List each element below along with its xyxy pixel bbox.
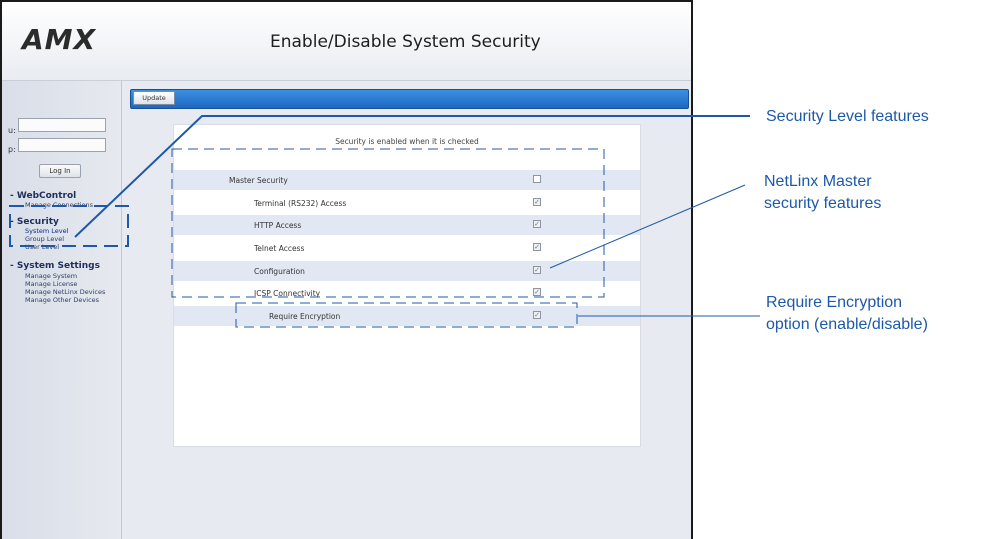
browser-frame: AMX Enable/Disable System Security u: p:… [0, 0, 693, 539]
nav-item-user-level[interactable]: User Level [25, 243, 59, 251]
row-telnet-access: Telnet Access ✓ [174, 238, 640, 258]
require-encryption-label-line2: option (enable/disable) [766, 316, 928, 333]
password-label: p: [8, 145, 16, 154]
row-http-access: HTTP Access ✓ [174, 215, 640, 235]
row-configuration: Configuration ✓ [174, 261, 640, 281]
row-label: Master Security [229, 176, 288, 185]
master-security-checkbox[interactable] [533, 175, 541, 183]
http-access-checkbox[interactable]: ✓ [533, 220, 541, 228]
icsp-connectivity-checkbox[interactable]: ✓ [533, 288, 541, 296]
nav-item-manage-other-devices[interactable]: Manage Other Devices [25, 296, 99, 304]
amx-logo: AMX [22, 23, 97, 56]
page-header: AMX Enable/Disable System Security [2, 2, 691, 81]
row-label: Telnet Access [254, 244, 305, 253]
login-button[interactable]: Log In [39, 164, 81, 178]
security-panel: Security is enabled when it is checked M… [173, 124, 641, 447]
nav-item-system-level[interactable]: System Level [25, 227, 68, 235]
row-require-encryption: Require Encryption ✓ [174, 306, 640, 326]
username-label: u: [8, 126, 16, 135]
username-input[interactable] [18, 118, 106, 132]
netlinx-features-label-line1: NetLinx Master [764, 173, 872, 190]
terminal-access-checkbox[interactable]: ✓ [533, 198, 541, 206]
row-label: ICSP Connectivity [254, 289, 321, 298]
page-title: Enable/Disable System Security [270, 32, 541, 52]
row-master-security: Master Security [174, 170, 640, 190]
nav-item-manage-license[interactable]: Manage License [25, 280, 77, 288]
row-label: Terminal (RS232) Access [254, 199, 347, 208]
row-icsp-connectivity: ICSP Connectivity ✓ [174, 283, 640, 303]
content-area: Update Security is enabled when it is ch… [122, 81, 691, 539]
nav-section-webcontrol[interactable]: - WebControl [10, 191, 76, 201]
nav-section-system-settings[interactable]: - System Settings [10, 261, 100, 271]
sidebar: u: p: Log In - WebControl Manage Connect… [2, 81, 122, 539]
netlinx-features-label-line2: security features [764, 195, 882, 212]
nav-section-security[interactable]: - Security [10, 217, 59, 227]
nav-item-group-level[interactable]: Group Level [25, 235, 64, 243]
nav-item-manage-netlinx-devices[interactable]: Manage NetLinx Devices [25, 288, 105, 296]
password-input[interactable] [18, 138, 106, 152]
row-label: HTTP Access [254, 221, 302, 230]
row-label: Require Encryption [269, 312, 341, 321]
nav-item-manage-system[interactable]: Manage System [25, 272, 77, 280]
telnet-access-checkbox[interactable]: ✓ [533, 243, 541, 251]
panel-header: Security is enabled when it is checked [335, 137, 479, 146]
require-encryption-checkbox[interactable]: ✓ [533, 311, 541, 319]
security-level-features-label: Security Level features [766, 108, 929, 125]
require-encryption-label-line1: Require Encryption [766, 294, 903, 311]
configuration-checkbox[interactable]: ✓ [533, 266, 541, 274]
row-label: Configuration [254, 267, 305, 276]
row-terminal-access: Terminal (RS232) Access ✓ [174, 193, 640, 213]
nav-item-manage-connections[interactable]: Manage Connections [25, 201, 93, 209]
update-button[interactable]: Update [133, 91, 175, 105]
toolbar: Update [130, 89, 689, 109]
